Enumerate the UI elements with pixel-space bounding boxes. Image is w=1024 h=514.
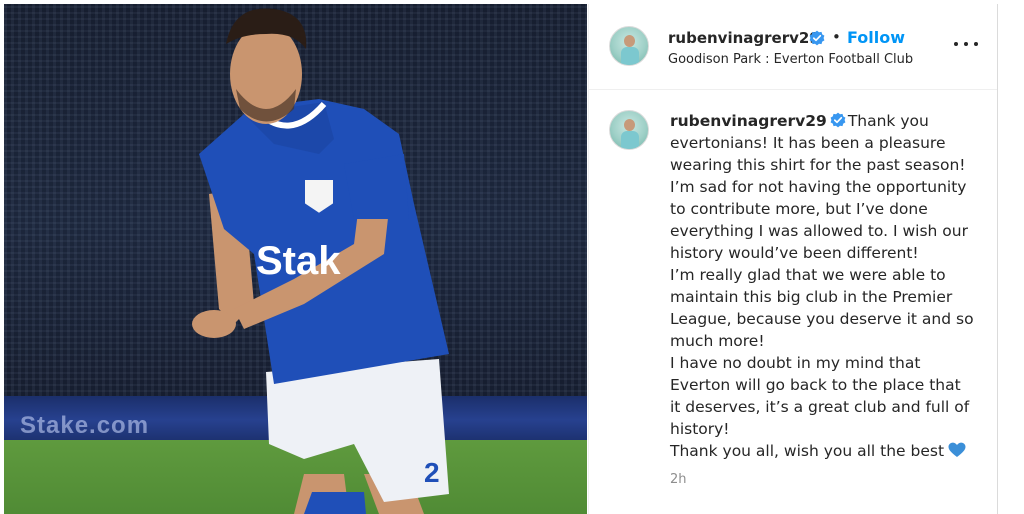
post-photo[interactable]: Stake.com 2 Stak [4, 4, 587, 514]
author-username[interactable]: rubenvinagrerv29 [668, 29, 820, 47]
verified-badge-icon [830, 112, 846, 128]
caption-line: much more! [670, 332, 765, 350]
caption-comment: rubenvinagrerv29 Thank you evertonians! I… [589, 91, 997, 514]
caption-line: history would’ve been different! [670, 244, 919, 262]
blue-heart-icon [948, 442, 966, 457]
caption-line: history! [670, 420, 730, 438]
post-header: rubenvinagrerv29 • Follow Goodison Park … [589, 4, 997, 90]
more-options-icon[interactable] [953, 34, 979, 54]
post-side-panel: rubenvinagrerv29 • Follow Goodison Park … [588, 4, 998, 514]
caption-line: I’m really glad that we were able to [670, 266, 946, 284]
player-figure: 2 Stak [192, 8, 449, 514]
location-link[interactable]: Goodison Park : Everton Football Club [668, 52, 913, 67]
caption-line: maintain this big club in the Premier [670, 288, 953, 306]
caption-avatar[interactable] [609, 110, 649, 150]
author-avatar[interactable] [609, 26, 649, 66]
shirt-sponsor: Stak [256, 239, 341, 283]
caption-line: League, because you deserve it and so [670, 310, 974, 328]
post-timestamp[interactable]: 2h [670, 472, 687, 487]
caption-line: Everton will go back to the place that [670, 376, 961, 394]
caption-first-line: rubenvinagrerv29 Thank you [670, 110, 970, 132]
caption-username[interactable]: rubenvinagrerv29 [670, 112, 827, 130]
caption-line: it deserves, it’s a great club and full … [670, 398, 970, 416]
caption-line: evertonians! It has been a pleasure [670, 134, 946, 152]
caption-line: Thank you all, wish you all the best [670, 442, 945, 460]
caption-line: I have no doubt in my mind that [670, 354, 921, 372]
caption-line: wearing this shirt for the past season! [670, 156, 966, 174]
caption-line: I’m sad for not having the opportunity [670, 178, 967, 196]
shorts-number: 2 [424, 457, 440, 488]
caption-last-line: Thank you all, wish you all the best [670, 440, 970, 462]
verified-badge-icon [809, 30, 825, 46]
follow-button[interactable]: Follow [847, 28, 905, 47]
caption-line: Thank you [847, 112, 929, 130]
caption-line: to contribute more, but I’ve done [670, 200, 928, 218]
caption-text: rubenvinagrerv29 Thank you evertonians! I… [670, 110, 974, 462]
caption-line: everything I was allowed to. I wish our [670, 222, 968, 240]
separator-dot: • [832, 28, 841, 46]
